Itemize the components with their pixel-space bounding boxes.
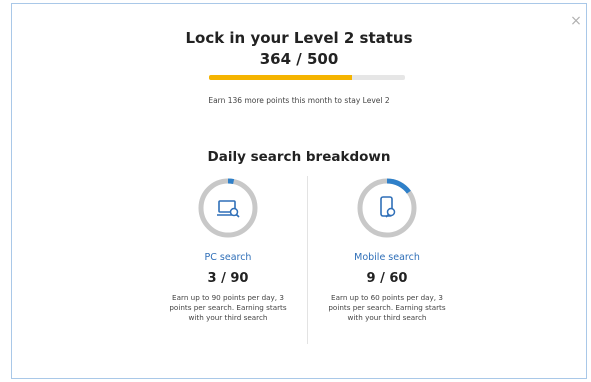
column-divider <box>307 176 308 344</box>
pc-search-column: PC search 3 / 90 Earn up to 90 points pe… <box>158 176 298 323</box>
mobile-search-column: Mobile search 9 / 60 Earn up to 60 point… <box>317 176 457 323</box>
pc-search-description: Earn up to 90 points per day, 3 points p… <box>169 293 287 322</box>
close-icon[interactable]: × <box>568 13 584 29</box>
mobile-search-icon <box>380 196 396 218</box>
pc-search-count: 3 / 90 <box>207 271 249 286</box>
progress-note: Earn 136 more points this month to stay … <box>208 96 390 105</box>
breakdown-title: Daily search breakdown <box>207 149 391 165</box>
pc-search-link[interactable]: PC search <box>158 252 298 263</box>
status-dialog: × Lock in your Level 2 status 364 / 500 … <box>11 3 587 379</box>
mobile-search-description: Earn up to 60 points per day, 3 points p… <box>328 293 446 322</box>
mobile-search-count: 9 / 60 <box>366 271 408 286</box>
pc-search-icon <box>217 200 240 218</box>
points-progress-bar <box>209 75 405 80</box>
points-progress-fill <box>209 75 352 80</box>
pc-search-ring <box>196 176 260 240</box>
dialog-title: Lock in your Level 2 status <box>185 29 413 47</box>
mobile-search-link[interactable]: Mobile search <box>317 252 457 263</box>
points-score: 364 / 500 <box>259 50 339 68</box>
mobile-search-ring <box>355 176 419 240</box>
